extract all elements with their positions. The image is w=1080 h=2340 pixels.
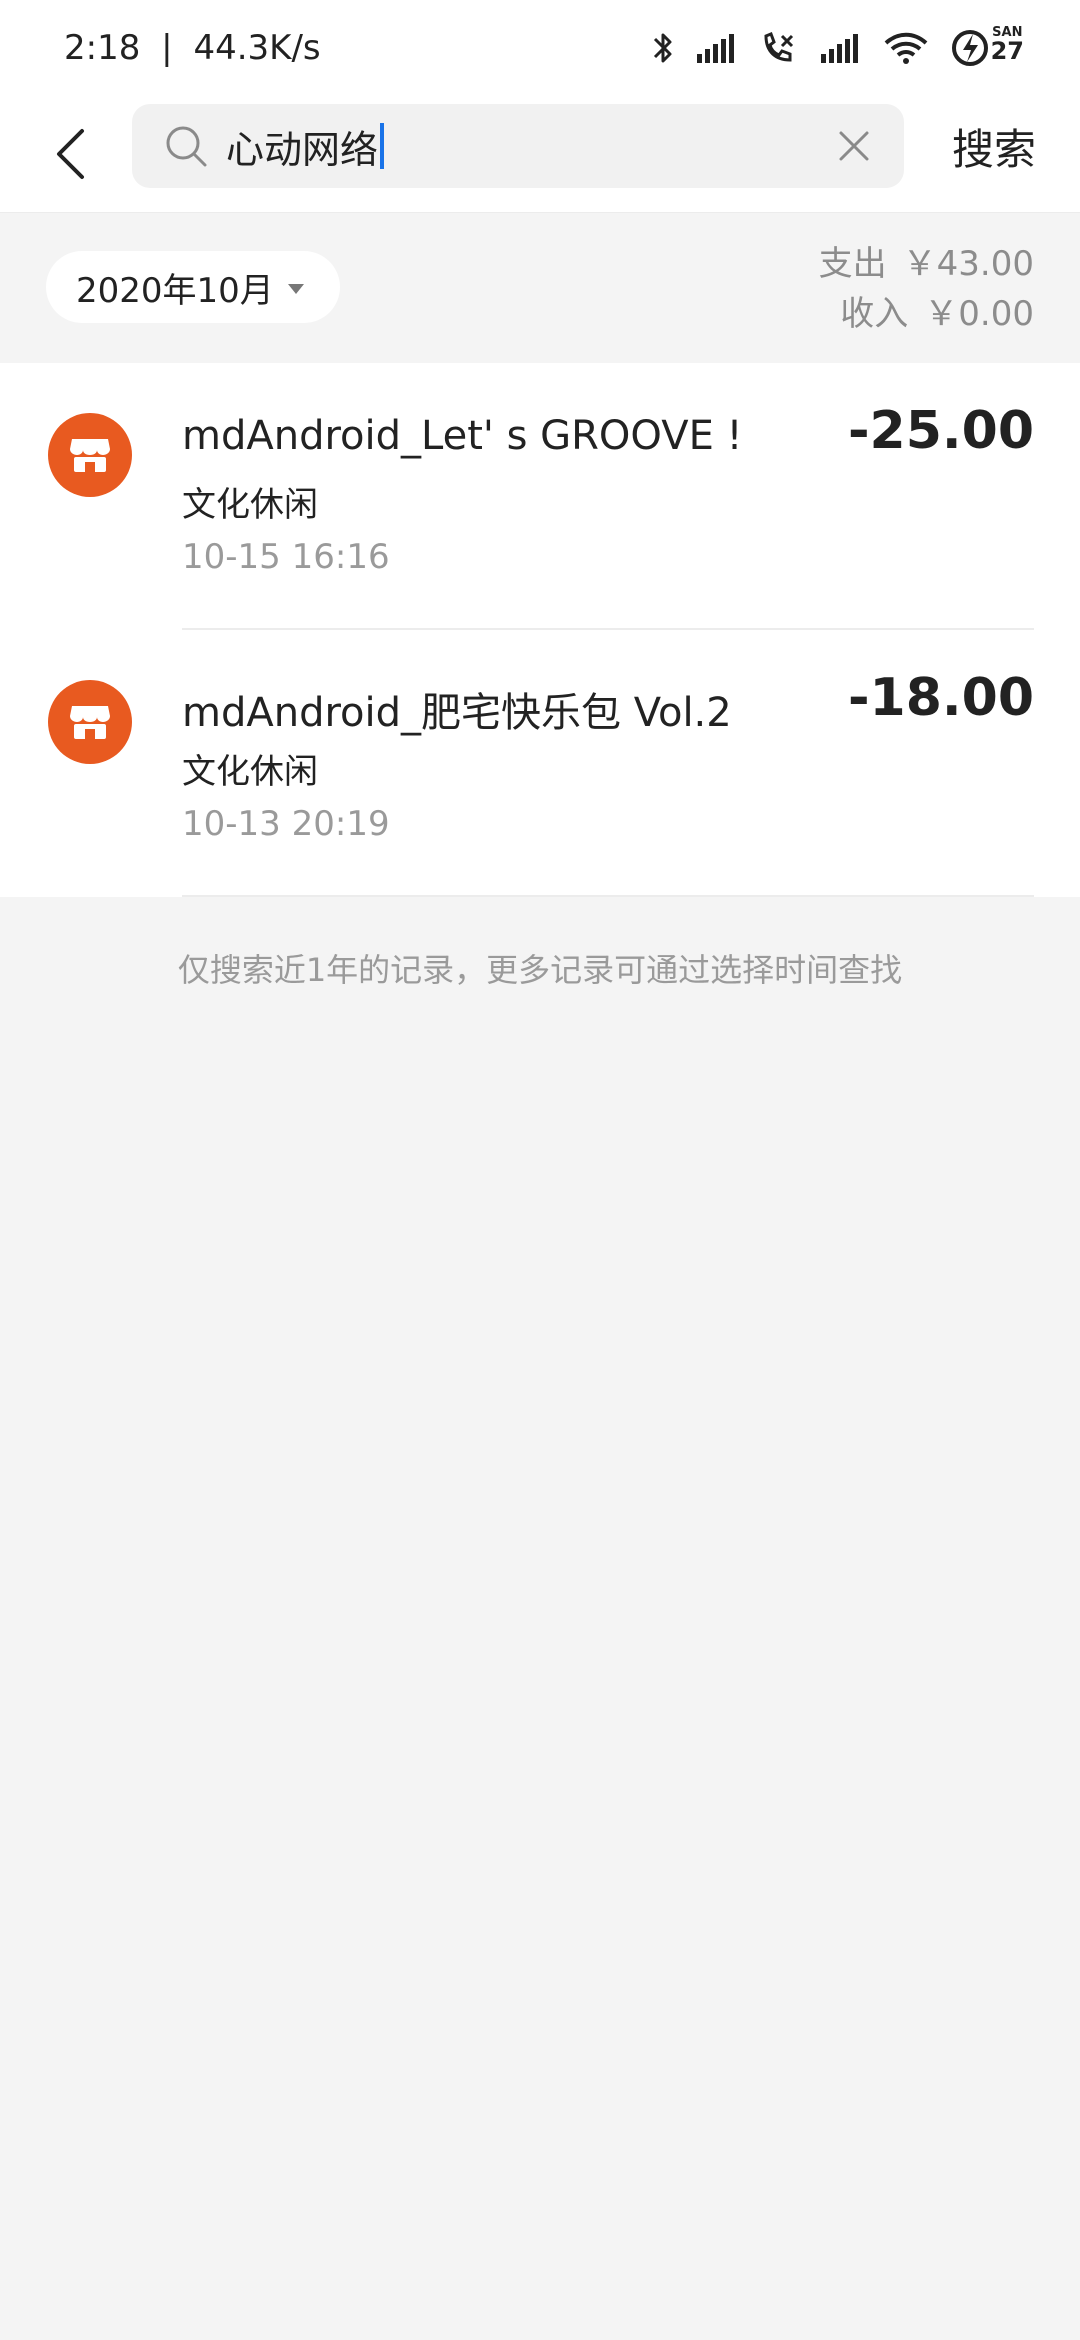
signal-icon <box>696 32 738 64</box>
store-icon <box>48 680 132 764</box>
status-separator: | <box>161 28 173 68</box>
transaction-time: 10-13 20:19 <box>182 804 390 844</box>
income-summary: 收入 ￥0.00 <box>819 289 1034 339</box>
transaction-category: 文化休闲 <box>182 752 318 792</box>
status-left: 2:18 | 44.3K/s <box>64 28 321 68</box>
filter-bar: 2020年10月 支出 ￥43.00 收入 ￥0.00 <box>0 213 1080 363</box>
text-cursor <box>380 123 385 169</box>
search-box[interactable]: 心动网络 <box>132 104 904 188</box>
status-bar: 2:18 | 44.3K/s SAN 27 <box>0 0 1080 100</box>
transaction-amount: -25.00 <box>847 401 1034 461</box>
bluetooth-icon <box>652 28 674 68</box>
wifi-icon <box>884 31 928 65</box>
search-input-value: 心动网络 <box>226 127 379 172</box>
transaction-title: mdAndroid_Let' s GROOVE ! <box>182 413 743 459</box>
transaction-category: 文化休闲 <box>182 485 318 525</box>
row-divider <box>182 895 1034 897</box>
search-input[interactable]: 心动网络 <box>226 104 385 188</box>
income-value: ￥0.00 <box>924 294 1034 334</box>
expense-value: ￥43.00 <box>902 244 1034 284</box>
search-range-note: 仅搜索近1年的记录，更多记录可通过选择时间查找 <box>177 951 903 989</box>
transaction-amount: -18.00 <box>847 668 1034 728</box>
network-speed: 44.3K/s <box>193 28 321 68</box>
store-icon <box>48 413 132 497</box>
status-time: 2:18 <box>64 28 141 68</box>
search-button[interactable]: 搜索 <box>952 116 1036 176</box>
transaction-list: mdAndroid_Let' s GROOVE ! 文化休闲 10-15 16:… <box>0 363 1080 897</box>
close-icon[interactable] <box>834 126 874 166</box>
search-icon <box>164 124 208 168</box>
expense-summary: 支出 ￥43.00 <box>819 239 1034 289</box>
chevron-left-icon <box>54 127 86 185</box>
caret-down-icon <box>286 281 306 300</box>
battery-charging-icon: SAN 27 <box>950 26 1024 70</box>
date-badge: SAN 27 <box>991 26 1024 63</box>
list-item[interactable]: mdAndroid_Let' s GROOVE ! 文化休闲 10-15 16:… <box>0 363 1080 630</box>
income-label: 收入 <box>840 294 909 334</box>
month-selector[interactable]: 2020年10月 <box>46 251 340 323</box>
search-header: 心动网络 搜索 <box>0 100 1080 213</box>
transaction-time: 10-15 16:16 <box>182 537 390 577</box>
back-button[interactable] <box>40 118 100 194</box>
list-item[interactable]: mdAndroid_肥宅快乐包 Vol.2 文化休闲 10-13 20:19 -… <box>0 630 1080 897</box>
month-label: 2020年10月 <box>76 270 274 311</box>
status-icons: SAN 27 <box>652 26 1024 70</box>
date-badge-day: 27 <box>990 37 1024 65</box>
call-icon <box>760 30 798 66</box>
expense-label: 支出 <box>818 244 887 284</box>
transaction-title: mdAndroid_肥宅快乐包 Vol.2 <box>182 690 732 736</box>
month-summary: 支出 ￥43.00 收入 ￥0.00 <box>819 239 1034 339</box>
signal-icon <box>820 32 862 64</box>
